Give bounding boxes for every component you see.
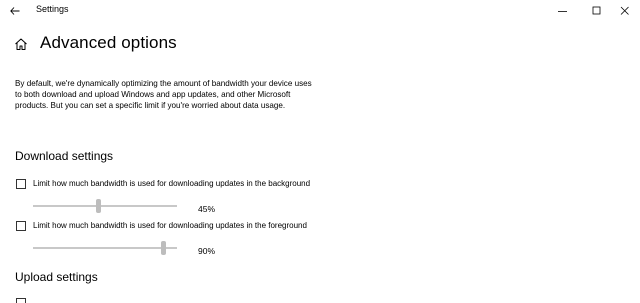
upload-limit-checkbox[interactable]: [16, 298, 26, 303]
slider-thumb[interactable]: [161, 241, 166, 255]
upload-settings-heading: Upload settings: [15, 270, 98, 284]
close-button[interactable]: [610, 0, 640, 22]
maximize-icon: [592, 6, 601, 15]
background-bandwidth-value: 45%: [198, 204, 216, 214]
home-icon[interactable]: [14, 37, 28, 51]
minimize-button[interactable]: [548, 0, 578, 22]
minimize-icon: [558, 11, 567, 12]
foreground-bandwidth-value: 90%: [198, 246, 216, 256]
settings-window: Settings Advanced options By default, we…: [0, 0, 640, 303]
page-title: Advanced options: [40, 33, 177, 52]
maximize-button[interactable]: [582, 0, 612, 22]
slider-fill: [33, 205, 98, 207]
title-bar: Settings: [0, 0, 640, 22]
description-text: By default, we're dynamically optimizing…: [15, 79, 312, 110]
slider-fill: [33, 247, 163, 249]
download-settings-heading: Download settings: [15, 149, 114, 163]
foreground-limit-label[interactable]: Limit how much bandwidth is used for dow…: [33, 221, 307, 230]
slider-thumb[interactable]: [96, 199, 101, 213]
back-arrow-icon: [10, 7, 20, 15]
close-icon: [620, 6, 629, 15]
background-limit-label[interactable]: Limit how much bandwidth is used for dow…: [33, 179, 310, 188]
foreground-limit-checkbox[interactable]: [16, 221, 26, 231]
background-bandwidth-slider[interactable]: [33, 199, 177, 213]
foreground-bandwidth-slider[interactable]: [33, 241, 177, 255]
window-title: Settings: [36, 4, 69, 14]
back-button[interactable]: [6, 2, 24, 20]
background-limit-checkbox[interactable]: [16, 179, 26, 189]
